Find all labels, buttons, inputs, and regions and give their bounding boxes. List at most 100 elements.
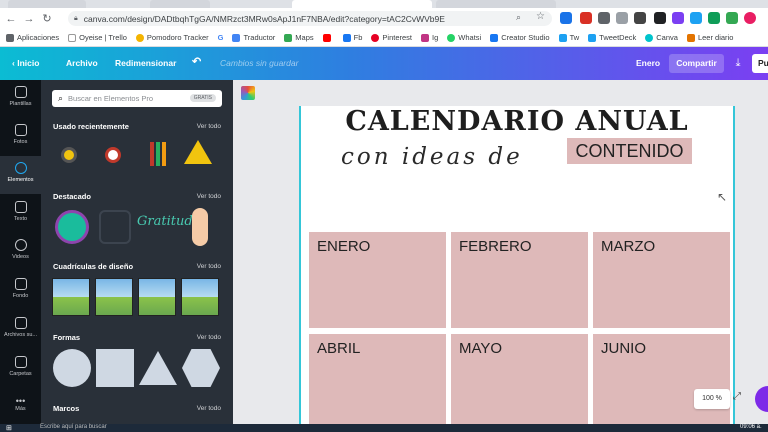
- browser-tab-active[interactable]: [292, 0, 432, 8]
- see-all-link[interactable]: Ver todo: [197, 193, 221, 200]
- browser-tab[interactable]: [436, 0, 556, 8]
- bookmark-tw[interactable]: Tw: [558, 33, 579, 42]
- rail-elements[interactable]: Elementos: [0, 156, 41, 194]
- windows-start-icon[interactable]: ⊞: [6, 424, 12, 432]
- watch-element[interactable]: [61, 140, 81, 170]
- see-all-link[interactable]: Ver todo: [197, 405, 221, 412]
- month-box-mayo[interactable]: MAYO: [451, 334, 588, 430]
- extension-icon[interactable]: [616, 12, 628, 24]
- share-button[interactable]: Compartir: [669, 54, 724, 73]
- extension-icon[interactable]: [634, 12, 646, 24]
- bookmark-fb[interactable]: Fb: [342, 33, 362, 42]
- road-sign-icon[interactable]: [184, 140, 212, 164]
- rail-videos[interactable]: Videos: [0, 233, 41, 271]
- rail-templates[interactable]: Plantillas: [0, 80, 41, 118]
- highlight-label[interactable]: CONTENIDO: [567, 138, 692, 164]
- bookmark-canva[interactable]: Canva: [645, 33, 678, 42]
- see-all-link[interactable]: Ver todo: [197, 123, 221, 130]
- grid-thumbnail[interactable]: [181, 278, 219, 316]
- extension-icon[interactable]: [672, 12, 684, 24]
- rail-background[interactable]: Fondo: [0, 272, 41, 310]
- extension-icon[interactable]: [598, 12, 610, 24]
- bookmark-maps[interactable]: Maps: [284, 33, 314, 42]
- creator-studio-icon: [490, 33, 499, 42]
- design-page[interactable]: CALENDARIO ANUAL con ideas de CONTENIDO …: [299, 106, 735, 430]
- bookmark-label: Canva: [656, 33, 678, 42]
- bookmark-tweetdeck[interactable]: TweetDeck: [588, 33, 636, 42]
- extension-icon[interactable]: [726, 12, 738, 24]
- home-button[interactable]: ‹ Inicio: [12, 58, 39, 68]
- bookmark-pomodoro[interactable]: Pomodoro Tracker: [135, 33, 209, 42]
- see-all-link[interactable]: Ver todo: [197, 263, 221, 270]
- bookmark-google[interactable]: G: [218, 33, 224, 42]
- undo-icon[interactable]: ↶: [192, 55, 201, 68]
- color-picker-icon[interactable]: [241, 86, 255, 100]
- rail-uploads[interactable]: Archivos su...: [0, 311, 41, 349]
- rail-text[interactable]: Texto: [0, 195, 41, 233]
- profile-avatar[interactable]: [744, 12, 756, 24]
- month-box-marzo[interactable]: MARZO: [593, 232, 730, 328]
- rail-more[interactable]: ••• Más: [0, 390, 41, 428]
- month-box-junio[interactable]: JUNIO: [593, 334, 730, 430]
- free-badge: GRATIS: [189, 94, 216, 102]
- omnibox[interactable]: 🔒︎ canva.com/design/DADtbqhTgGA/NMRzct3M…: [68, 11, 552, 26]
- grid-thumbnail[interactable]: [138, 278, 176, 316]
- forward-icon[interactable]: →: [22, 12, 36, 26]
- rail-folders[interactable]: Carpetas: [0, 350, 41, 388]
- bookmark-label: Creator Studio: [501, 33, 550, 42]
- bookmark-diario[interactable]: Leer diario: [686, 33, 733, 42]
- publish-button[interactable]: Pu: [752, 54, 768, 73]
- back-icon[interactable]: ←: [4, 12, 18, 26]
- search-input[interactable]: ⌕ Buscar en Elementos Pro GRATIS: [52, 90, 222, 107]
- resize-menu[interactable]: Redimensionar: [115, 58, 176, 68]
- download-icon[interactable]: ⤓: [729, 54, 747, 73]
- extension-icon[interactable]: [654, 12, 666, 24]
- fullscreen-icon[interactable]: ⤢: [733, 391, 741, 402]
- video-icon: [14, 239, 27, 251]
- bookmark-label: Pomodoro Tracker: [146, 33, 209, 42]
- rail-photos[interactable]: Fotos: [0, 118, 41, 156]
- bookmark-label: Oyeise | Trello: [79, 33, 127, 42]
- bookmark-whatsapp[interactable]: Whatsi: [447, 33, 481, 42]
- bookmark-youtube[interactable]: [322, 33, 334, 42]
- reload-icon[interactable]: ↻: [40, 12, 54, 26]
- grid-thumbnail[interactable]: [52, 278, 90, 316]
- extension-icon[interactable]: [580, 12, 592, 24]
- extension-icon[interactable]: [560, 12, 572, 24]
- triangle-shape[interactable]: [139, 351, 177, 385]
- bookmark-star-icon[interactable]: ☆: [536, 11, 545, 22]
- bookmark-trello[interactable]: Oyeise | Trello: [68, 33, 127, 42]
- bookmark-creator-studio[interactable]: Creator Studio: [490, 33, 550, 42]
- extension-icon[interactable]: [708, 12, 720, 24]
- calendar-title[interactable]: CALENDARIO ANUAL: [301, 106, 733, 137]
- watch-element[interactable]: [105, 140, 125, 170]
- browser-tab[interactable]: [150, 0, 210, 8]
- taskbar-search[interactable]: Escribe aquí para buscar: [40, 424, 107, 430]
- bookmark-ig[interactable]: Ig: [421, 33, 438, 42]
- bookmarks-bar: Aplicaciones Oyeise | Trello Pomodoro Tr…: [0, 29, 768, 47]
- pencils-element[interactable]: [147, 142, 169, 170]
- bookmark-pinterest[interactable]: Pinterest: [371, 33, 412, 42]
- design-name[interactable]: Enero: [636, 58, 660, 68]
- month-box-abril[interactable]: ABRIL: [309, 334, 446, 430]
- zoom-icon[interactable]: ⌕: [516, 12, 521, 23]
- hexagon-shape[interactable]: [182, 349, 220, 387]
- month-box-febrero[interactable]: FEBRERO: [451, 232, 588, 328]
- rail-label: Elementos: [7, 177, 34, 183]
- browser-tab[interactable]: [8, 0, 86, 8]
- file-menu[interactable]: Archivo: [66, 58, 98, 68]
- square-shape[interactable]: [96, 349, 134, 387]
- zoom-level[interactable]: 100 %: [694, 389, 730, 409]
- grid-thumbnail[interactable]: [95, 278, 133, 316]
- frame-element[interactable]: [99, 210, 131, 244]
- month-box-enero[interactable]: ENERO: [309, 232, 446, 328]
- hand-element[interactable]: [192, 208, 208, 246]
- gratitude-text-element[interactable]: Gratitud: [137, 214, 193, 229]
- bookmark-translate[interactable]: Traductor: [232, 33, 275, 42]
- calendar-subtitle[interactable]: con ideas de: [341, 144, 523, 170]
- bookmark-apps[interactable]: Aplicaciones: [6, 33, 59, 42]
- extension-icon[interactable]: [690, 12, 702, 24]
- sticker-element[interactable]: [55, 210, 89, 244]
- circle-shape[interactable]: [53, 349, 91, 387]
- see-all-link[interactable]: Ver todo: [197, 334, 221, 341]
